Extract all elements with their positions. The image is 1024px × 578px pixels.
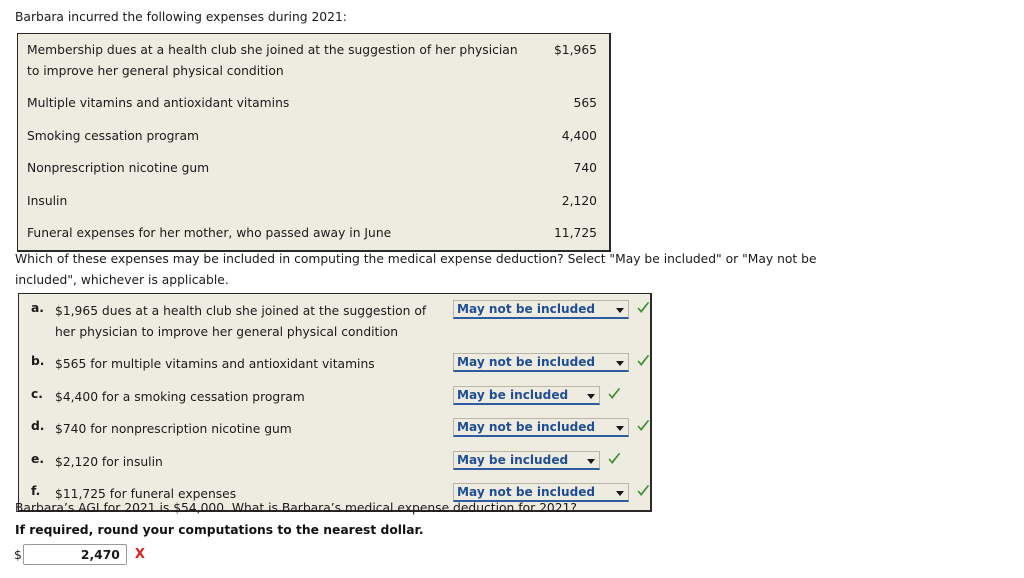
- expense-amount: 740: [573, 161, 597, 175]
- incorrect-x-icon: X: [134, 547, 145, 562]
- table-row: Funeral expenses for her mother, who pas…: [18, 217, 609, 250]
- answer-label: c.: [31, 386, 43, 401]
- expense-description: Smoking cessation program: [27, 128, 199, 143]
- table-row: Multiple vitamins and antioxidant vitami…: [18, 87, 609, 120]
- dollar-sign: $: [14, 547, 22, 562]
- correct-check-icon: [607, 451, 622, 468]
- rounding-instruction: If required, round your computations to …: [15, 523, 424, 537]
- question-page: Barbara incurred the following expenses …: [0, 0, 1024, 578]
- chevron-down-icon: [616, 361, 624, 366]
- table-row: Insulin 2,120: [18, 185, 609, 218]
- answer-row-b: b. $565 for multiple vitamins and antiox…: [19, 347, 650, 380]
- dropdown-e[interactable]: May be included: [453, 450, 600, 470]
- chevron-down-icon: [616, 426, 624, 431]
- answer-control: May not be included: [453, 417, 651, 437]
- answer-row-e: e. $2,120 for insulin May be included: [19, 445, 650, 478]
- answer-control: May not be included: [453, 352, 651, 372]
- answer-panel: a. $1,965 dues at a health club she join…: [18, 293, 652, 512]
- dropdown-c-value: May be included: [457, 387, 569, 402]
- dropdown-d-value: May not be included: [457, 420, 596, 434]
- intro-text: Barbara incurred the following expenses …: [15, 10, 347, 24]
- dropdown-c[interactable]: May be included: [453, 385, 600, 405]
- dropdown-a-value: May not be included: [457, 302, 596, 316]
- expense-amount: 2,120: [561, 193, 597, 208]
- correct-check-icon: [636, 300, 651, 317]
- answer-control: May be included: [453, 450, 622, 470]
- expense-amount: $1,965: [553, 43, 597, 57]
- dropdown-e-value: May be included: [457, 452, 569, 467]
- answer-text: $2,120 for insulin: [55, 454, 163, 469]
- deduction-amount-input[interactable]: [22, 544, 127, 565]
- correct-check-icon: [636, 353, 651, 370]
- expense-amount: 565: [573, 96, 597, 110]
- dropdown-a[interactable]: May not be included: [453, 300, 629, 319]
- answer-control: May not be included: [453, 482, 651, 502]
- table-row: Smoking cessation program 4,400: [18, 120, 609, 153]
- expense-description: Nonprescription nicotine gum: [27, 161, 210, 175]
- chevron-down-icon: [616, 491, 624, 496]
- answer-row-d: d. $740 for nonprescription nicotine gum…: [19, 412, 650, 445]
- answer-label: b.: [31, 354, 45, 368]
- answer-text: $565 for multiple vitamins and antioxida…: [55, 357, 375, 371]
- answer-label: d.: [31, 419, 45, 433]
- answer-row-c: c. $4,400 for a smoking cessation progra…: [19, 380, 650, 413]
- chevron-down-icon: [616, 308, 624, 313]
- dropdown-b-value: May not be included: [457, 355, 596, 369]
- answer-row-a: a. $1,965 dues at a health club she join…: [19, 294, 650, 347]
- final-answer-row: $ X: [14, 544, 145, 565]
- expense-description: Funeral expenses for her mother, who pas…: [27, 226, 392, 240]
- answer-label: f.: [31, 484, 41, 498]
- agi-text: Barbara’s AGI for 2021 is $54,000. What …: [15, 501, 577, 515]
- dropdown-d[interactable]: May not be included: [453, 418, 629, 437]
- answer-label: a.: [31, 301, 44, 315]
- answer-text: $4,400 for a smoking cessation program: [55, 389, 305, 404]
- question-text: Which of these expenses may be included …: [15, 252, 817, 287]
- dropdown-f-value: May not be included: [457, 485, 596, 499]
- chevron-down-icon: [587, 393, 595, 399]
- expense-amount: 11,725: [553, 226, 597, 240]
- answer-text: $740 for nonprescription nicotine gum: [55, 422, 292, 436]
- answer-text: $1,965 dues at a health club she joined …: [55, 304, 427, 339]
- correct-check-icon: [636, 418, 651, 435]
- expense-table: Membership dues at a health club she joi…: [17, 33, 611, 252]
- dropdown-f[interactable]: May not be included: [453, 483, 629, 502]
- answer-control: May be included: [453, 385, 622, 405]
- answer-label: e.: [31, 451, 45, 466]
- table-row: Nonprescription nicotine gum 740: [18, 152, 609, 185]
- expense-description: Membership dues at a health club she joi…: [27, 43, 518, 78]
- correct-check-icon: [607, 386, 622, 403]
- table-row: Membership dues at a health club she joi…: [18, 34, 609, 87]
- correct-check-icon: [636, 483, 651, 500]
- expense-description: Multiple vitamins and antioxidant vitami…: [27, 96, 290, 110]
- expense-amount: 4,400: [561, 128, 597, 143]
- dropdown-b[interactable]: May not be included: [453, 353, 629, 372]
- answer-control: May not be included: [453, 299, 651, 319]
- expense-description: Insulin: [27, 193, 68, 208]
- chevron-down-icon: [587, 458, 595, 464]
